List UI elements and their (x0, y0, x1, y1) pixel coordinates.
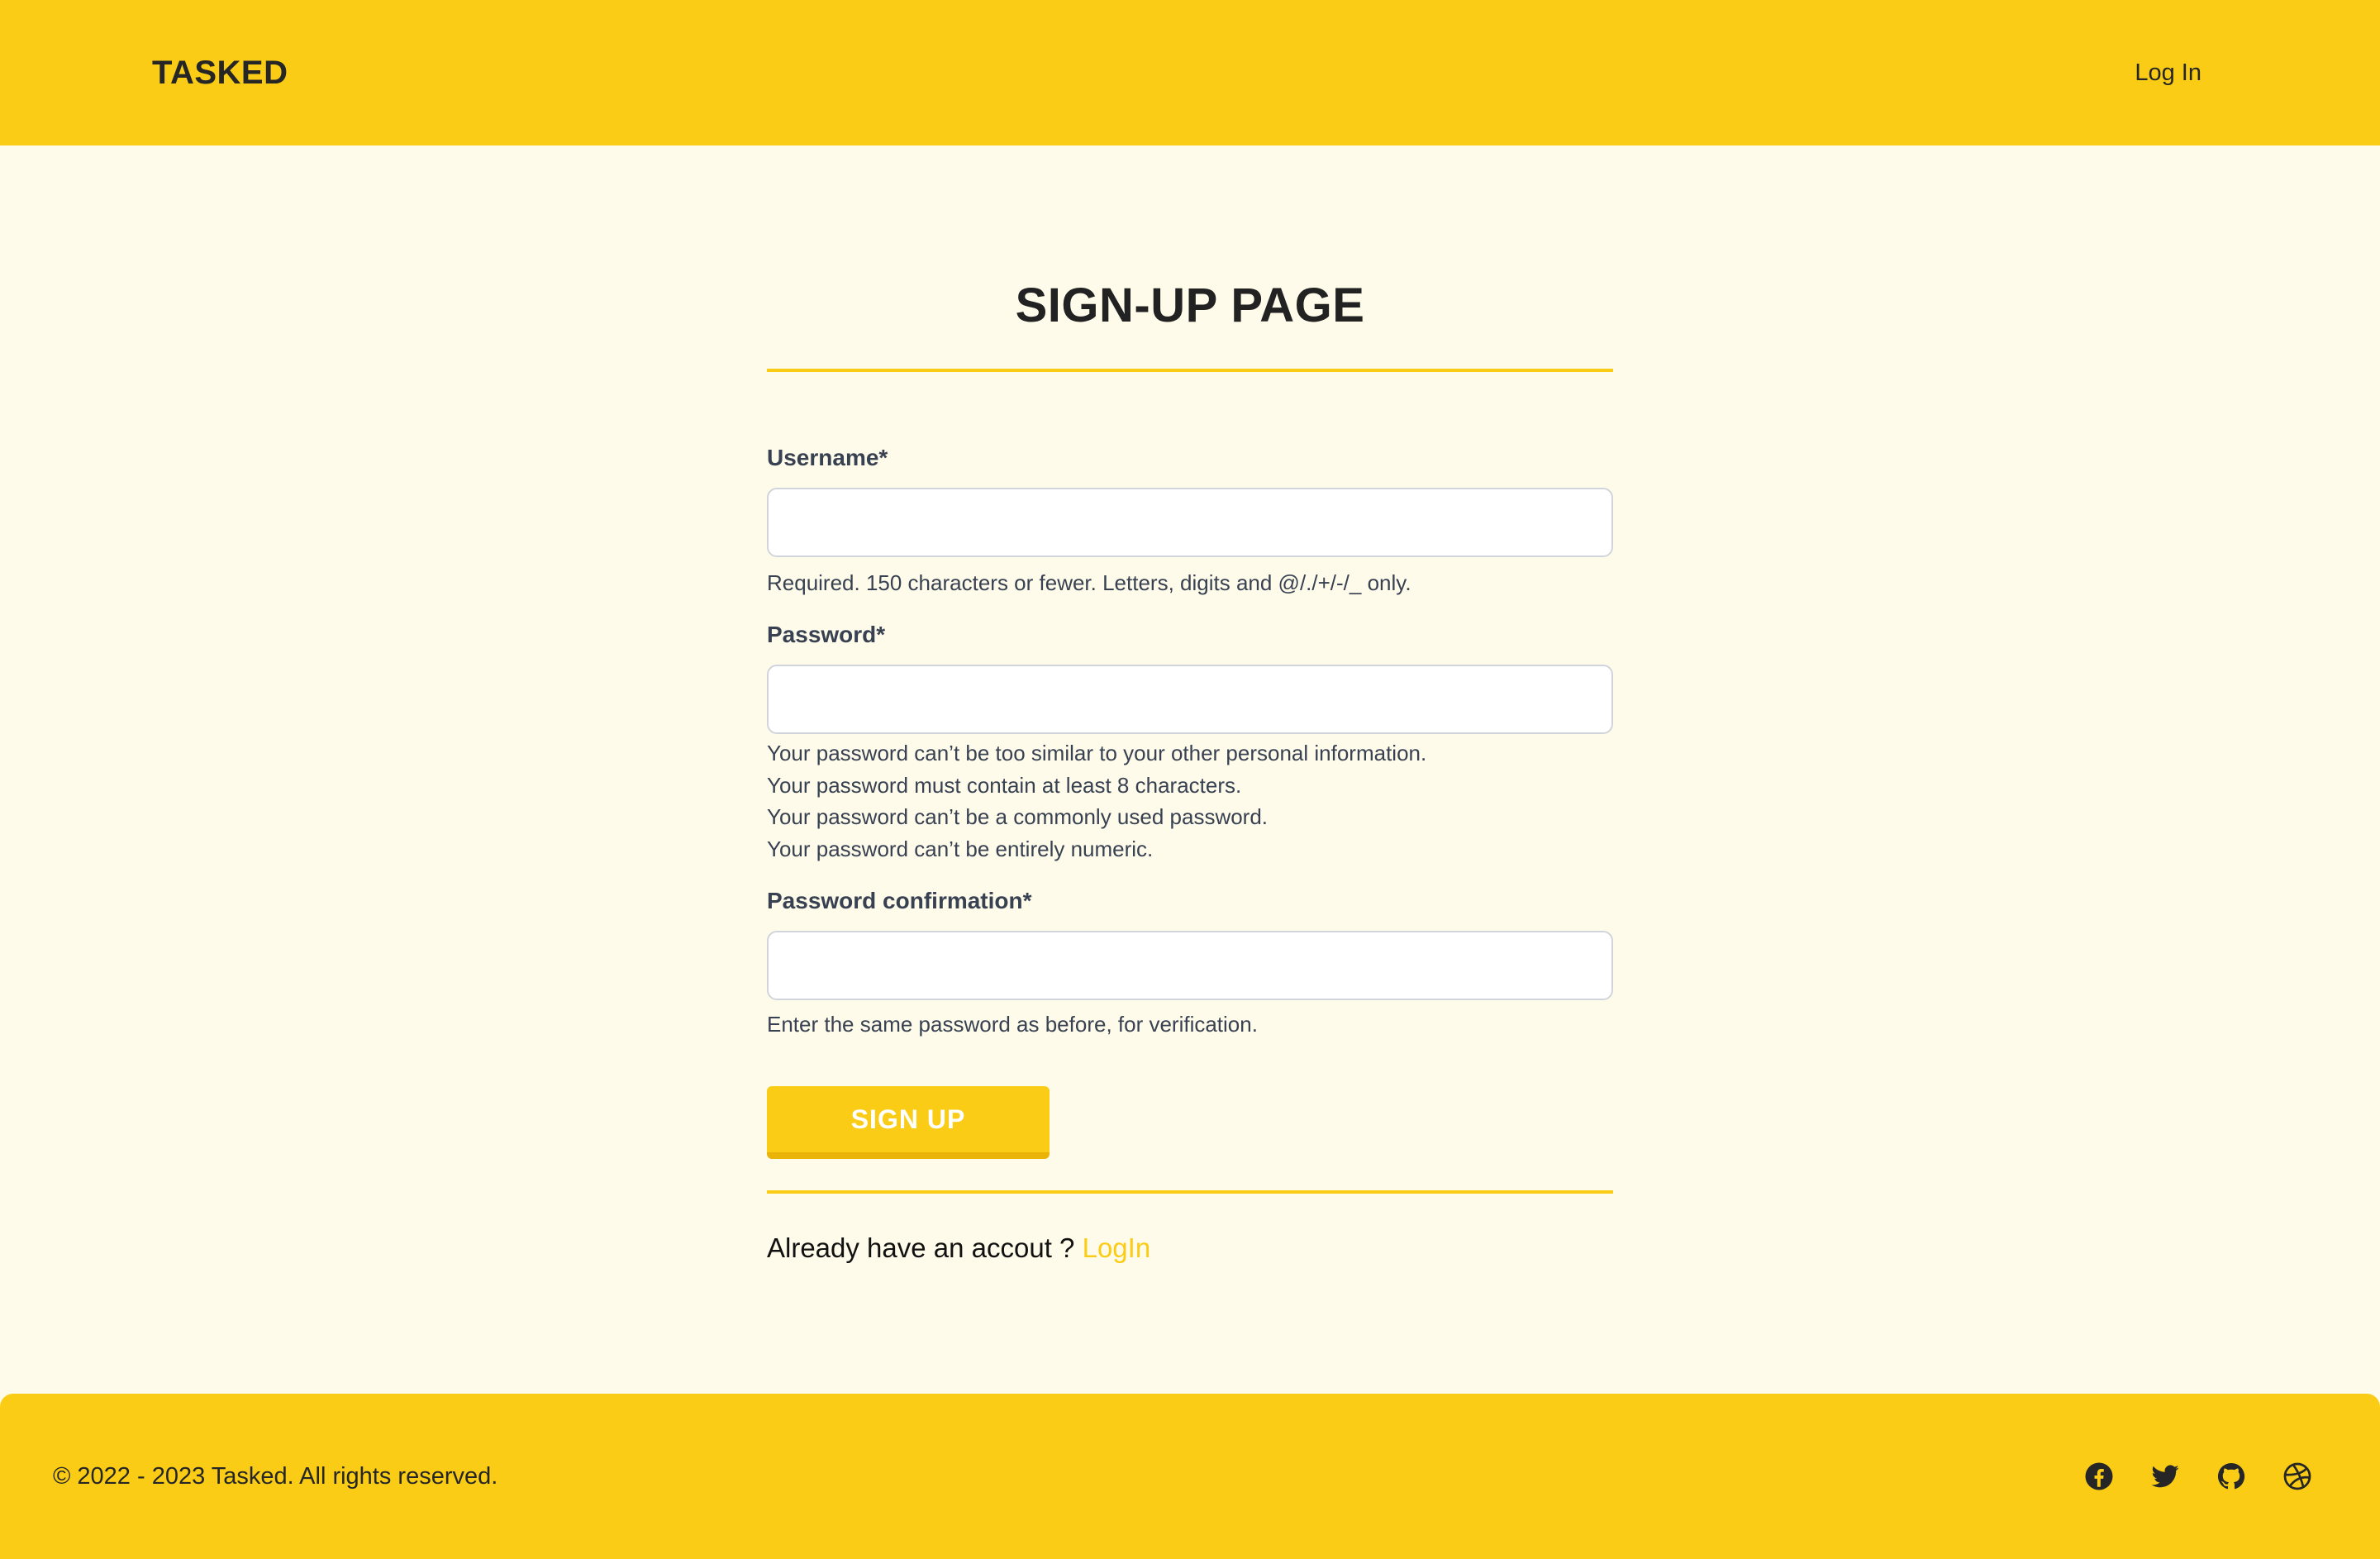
dribbble-icon-glyph (2283, 1462, 2311, 1490)
github-icon-glyph (2217, 1462, 2245, 1490)
signup-form: Username* Required. 150 characters or fe… (767, 441, 1613, 1159)
password-confirmation-field-group: Password confirmation* Enter the same pa… (767, 884, 1613, 1040)
github-icon[interactable] (2216, 1461, 2246, 1491)
signup-form-container: SIGN-UP PAGE Username* Required. 150 cha… (767, 273, 1613, 1266)
password-label: Password* (767, 622, 886, 647)
nav-login-link[interactable]: Log In (2135, 56, 2202, 89)
password-confirmation-help-text: Enter the same password as before, for v… (767, 1012, 1258, 1037)
username-field-group: Username* Required. 150 characters or fe… (767, 441, 1613, 598)
username-input[interactable] (767, 488, 1613, 557)
dribbble-icon[interactable] (2282, 1461, 2312, 1491)
form-bottom-divider (767, 1190, 1613, 1194)
sign-up-button[interactable]: SIGN UP (767, 1086, 1050, 1159)
already-have-account-text: Already have an accout ? (767, 1232, 1075, 1263)
password-help-list: Your password can’t be too similar to yo… (767, 737, 1613, 865)
password-confirmation-label: Password confirmation* (767, 888, 1032, 913)
password-help-item: Your password can’t be a commonly used p… (767, 804, 1269, 829)
username-label: Username* (767, 445, 888, 470)
page-title: SIGN-UP PAGE (1015, 279, 1365, 332)
password-field-group: Password* Your password can’t be too sim… (767, 618, 1613, 865)
username-help-text: Required. 150 characters or fewer. Lette… (767, 570, 1411, 595)
copyright-text: © 2022 - 2023 Tasked. All rights reserve… (53, 1463, 498, 1490)
already-have-account-prompt: Already have an accout ? LogIn (767, 1230, 1613, 1266)
password-confirmation-input[interactable] (767, 931, 1613, 1000)
twitter-icon-glyph (2151, 1465, 2179, 1488)
top-navbar: TASKED Log In (0, 0, 2380, 145)
facebook-icon-glyph (2085, 1462, 2113, 1490)
password-help-item: Your password can’t be too similar to yo… (767, 741, 1427, 765)
footer: © 2022 - 2023 Tasked. All rights reserve… (0, 1394, 2380, 1559)
login-link[interactable]: LogIn (1083, 1232, 1151, 1263)
password-help-item: Your password must contain at least 8 ch… (767, 772, 1242, 798)
twitter-icon[interactable] (2150, 1461, 2180, 1491)
facebook-icon[interactable] (2084, 1461, 2114, 1491)
title-divider (767, 369, 1613, 372)
password-input[interactable] (767, 665, 1613, 734)
password-help-item: Your password can’t be entirely numeric. (767, 836, 1154, 861)
brand-logo[interactable]: TASKED (152, 51, 288, 94)
